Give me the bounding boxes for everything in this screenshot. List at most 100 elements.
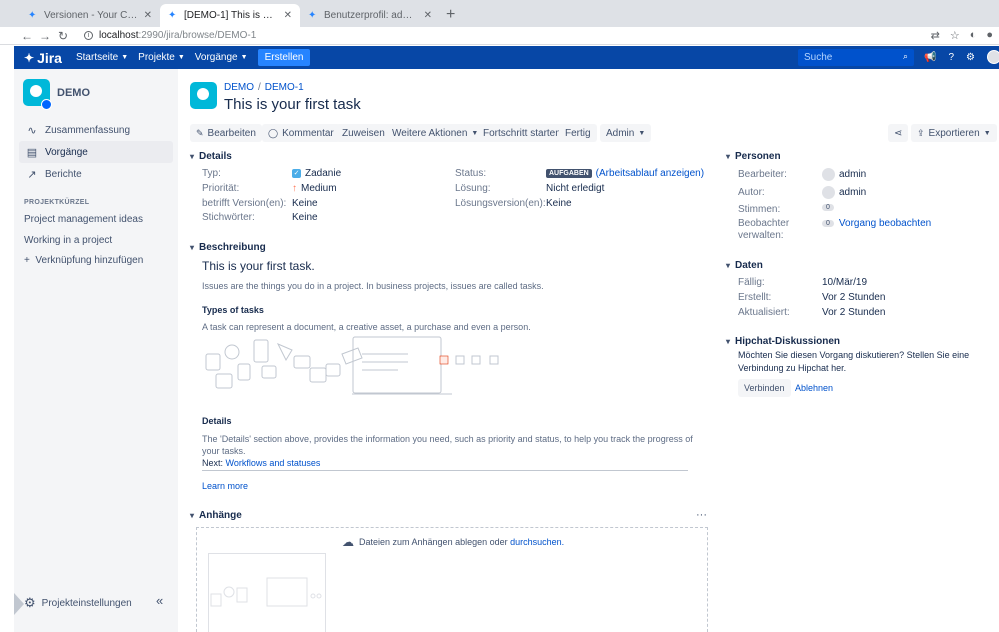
avatar xyxy=(822,168,835,181)
description-title: This is your first task. xyxy=(202,259,315,273)
forward-icon[interactable]: → xyxy=(36,29,54,43)
watch-issue-link[interactable]: Vorgang beobachten xyxy=(839,218,931,229)
fix-version-label: Lösungsversion(en): xyxy=(455,198,546,209)
chevron-down-icon: ▼ xyxy=(121,54,129,61)
url-field[interactable]: i localhost:2990/jira/browse/DEMO-1 xyxy=(84,30,256,41)
decline-link[interactable]: Ablehnen xyxy=(795,383,833,393)
browser-tab-active[interactable]: ✦ [DEMO-1] This is your first task ✕ xyxy=(160,4,300,27)
translate-icon[interactable]: ⇄ xyxy=(931,29,940,42)
nav-startseite[interactable]: Startseite ▼ xyxy=(76,52,128,63)
attachments-section-toggle[interactable]: ▾ Anhänge xyxy=(190,510,242,521)
close-icon[interactable]: ✕ xyxy=(424,10,432,21)
project-settings-label: Projekteinstellungen xyxy=(41,597,132,609)
task-type-icon: ✓ xyxy=(292,169,301,178)
connect-button[interactable]: Verbinden xyxy=(738,379,791,397)
help-icon[interactable]: ? xyxy=(948,52,954,63)
browser-actions: ⇄ ☆ ◐ ● xyxy=(931,29,993,42)
hipchat-section-toggle[interactable]: ▾ Hipchat-Diskussionen xyxy=(726,336,840,347)
project-avatar[interactable] xyxy=(190,82,217,109)
labels-label: Stichwörter: xyxy=(202,212,255,223)
collapse-sidebar-button[interactable]: « xyxy=(156,593,163,608)
learn-more-link[interactable]: Learn more xyxy=(202,481,248,491)
attachment-thumbnail[interactable] xyxy=(208,553,326,632)
priority-value-text: Medium xyxy=(301,183,337,194)
export-button[interactable]: ⇪ Exportieren ▼ xyxy=(911,124,997,142)
sidebar-item-reports[interactable]: ↗ Berichte xyxy=(19,163,173,185)
create-button[interactable]: Erstellen xyxy=(257,49,311,66)
new-tab-icon[interactable]: + xyxy=(446,6,455,24)
assign-button[interactable]: Zuweisen xyxy=(336,124,391,142)
search-input[interactable]: Suche ⌕ xyxy=(798,49,914,66)
shortcut-link[interactable]: Working in a project xyxy=(24,235,112,246)
share-button[interactable]: ⋖ xyxy=(888,124,909,142)
search-placeholder: Suche xyxy=(804,52,833,63)
add-shortcut-label: Verknüpfung hinzufügen xyxy=(35,255,144,266)
nav-vorgaenge[interactable]: Vorgänge ▼ xyxy=(195,52,248,63)
people-section-toggle[interactable]: ▾ Personen xyxy=(726,151,781,162)
priority-value: ↑ Medium xyxy=(292,183,337,194)
browse-link[interactable]: durchsuchen. xyxy=(510,537,564,547)
description-section-toggle[interactable]: ▾ Beschreibung xyxy=(190,242,266,253)
breadcrumb-project-link[interactable]: DEMO xyxy=(224,82,254,93)
close-icon[interactable]: ✕ xyxy=(144,10,152,21)
attachments-heading: Anhänge xyxy=(199,510,242,521)
expand-handle-icon[interactable] xyxy=(14,593,24,615)
admin-button[interactable]: Admin ▼ xyxy=(600,124,652,142)
comment-button[interactable]: ◯ Kommentar xyxy=(262,124,340,142)
type-value-text: Zadanie xyxy=(305,168,342,179)
notifications-icon[interactable]: 📢 xyxy=(924,52,936,63)
edit-button[interactable]: ✎ Bearbeiten xyxy=(190,124,262,142)
add-shortcut-link[interactable]: + Verknüpfung hinzufügen xyxy=(24,255,143,266)
more-actions-label: Weitere Aktionen xyxy=(392,127,468,139)
votes-count: 0 xyxy=(822,204,834,211)
sidebar-item-issues[interactable]: ▤ Vorgänge xyxy=(19,141,173,163)
cloud-upload-icon: ☁ xyxy=(342,535,354,549)
breadcrumb-issue-link[interactable]: DEMO-1 xyxy=(265,82,304,93)
issue-title[interactable]: This is your first task xyxy=(224,96,361,113)
updated-value: Vor 2 Stunden xyxy=(822,307,886,318)
extension-icon[interactable]: ◐ xyxy=(970,29,977,42)
chevron-down-icon: ▾ xyxy=(726,261,731,270)
project-name[interactable]: DEMO xyxy=(57,87,90,99)
gear-icon[interactable]: ⚙ xyxy=(966,52,975,63)
start-progress-button[interactable]: Fortschritt starten xyxy=(477,124,567,142)
star-icon[interactable]: ☆ xyxy=(950,29,960,42)
next-line: Next: Workflows and statuses xyxy=(202,458,320,468)
jira-header: ✦ Jira Startseite ▼ Projekte ▼ Vorgänge ▼ E… xyxy=(14,46,999,69)
details-section-toggle[interactable]: ▾ Details xyxy=(190,151,232,162)
more-actions-button[interactable]: Weitere Aktionen ▼ xyxy=(386,124,485,142)
jira-logo[interactable]: ✦ Jira xyxy=(24,50,62,66)
back-icon[interactable]: ← xyxy=(18,29,36,43)
done-button[interactable]: Fertig xyxy=(559,124,597,142)
tab-title: [DEMO-1] This is your first task xyxy=(184,10,278,21)
next-label: Next: xyxy=(202,458,224,468)
chevron-down-icon: ▾ xyxy=(190,243,195,252)
attachments-more-button[interactable]: ··· xyxy=(696,509,707,521)
nav-label: Projekte xyxy=(138,52,175,63)
url-path: :2990/jira/browse/DEMO-1 xyxy=(138,30,257,41)
assignee-value[interactable]: admin xyxy=(822,168,866,181)
task-types-illustration xyxy=(205,336,499,395)
browser-tab[interactable]: ✦ Benutzerprofil: admin - Your Company J… xyxy=(300,4,440,27)
browser-tab[interactable]: ✦ Versionen - Your Company Jira ✕ xyxy=(20,4,160,27)
dates-section-toggle[interactable]: ▾ Daten xyxy=(726,260,763,271)
watchers-count: 0 xyxy=(822,220,834,227)
shortcut-link[interactable]: Project management ideas xyxy=(24,214,143,225)
workflows-link[interactable]: Workflows and statuses xyxy=(226,458,321,468)
reporter-value[interactable]: admin xyxy=(822,186,866,199)
view-workflow-link[interactable]: (Arbeitsablauf anzeigen) xyxy=(596,168,704,179)
types-heading: Types of tasks xyxy=(202,305,264,315)
affects-version-value: Keine xyxy=(292,198,318,209)
project-settings-link[interactable]: ⚙ Projekteinstellungen xyxy=(24,595,132,611)
nav-projekte[interactable]: Projekte ▼ xyxy=(138,52,185,63)
close-icon[interactable]: ✕ xyxy=(284,10,292,21)
user-avatar[interactable] xyxy=(986,50,999,64)
plus-icon: + xyxy=(24,255,30,266)
info-icon[interactable]: i xyxy=(84,31,93,40)
sidebar-item-label: Zusammenfassung xyxy=(45,124,131,136)
priority-medium-icon: ↑ xyxy=(292,183,297,194)
sidebar-item-summary[interactable]: ∿ Zusammenfassung xyxy=(19,119,173,141)
profile-icon[interactable]: ● xyxy=(986,29,993,42)
sidebar-item-label: Vorgänge xyxy=(45,146,88,158)
reload-icon[interactable]: ↻ xyxy=(54,29,72,43)
